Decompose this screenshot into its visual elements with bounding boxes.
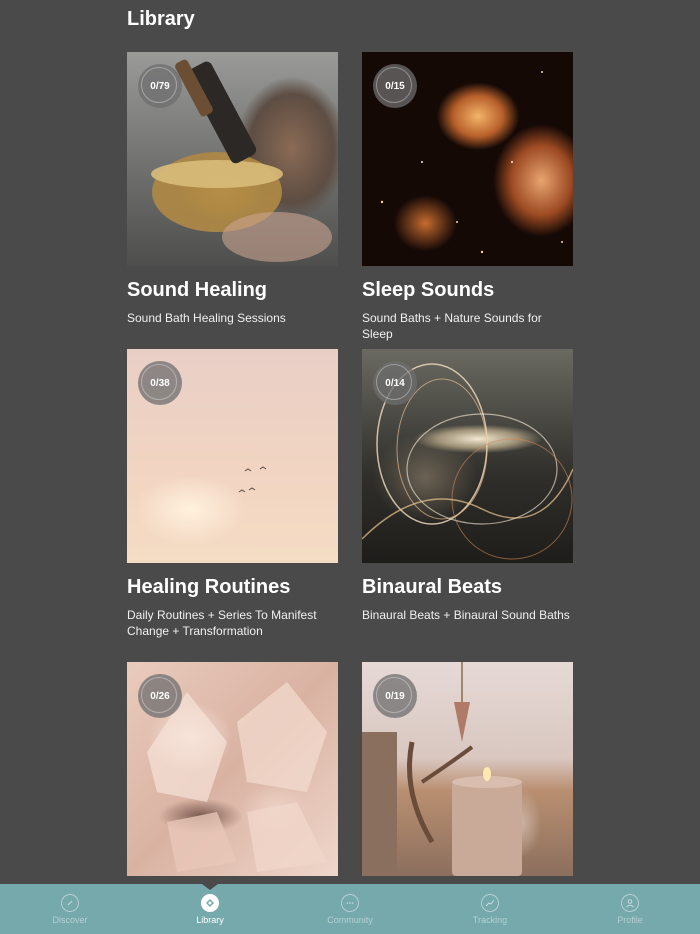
- card-subtitle: Sound Bath Healing Sessions: [127, 311, 286, 325]
- progress-badge: 0/79: [138, 64, 182, 108]
- progress-text: 0/26: [150, 690, 170, 702]
- card-thumbnail[interactable]: 0/26: [127, 662, 338, 876]
- card-title: Sleep Sounds: [362, 279, 495, 301]
- chart-icon: [481, 894, 499, 912]
- progress-text: 0/79: [150, 80, 170, 92]
- progress-badge: 0/38: [138, 361, 182, 405]
- library-card-binaural-beats[interactable]: 0/14 Binaural Beats Binaural Beats + Bin…: [362, 349, 573, 623]
- card-title: Sound Healing: [127, 279, 267, 301]
- progress-badge: 0/26: [138, 674, 182, 718]
- progress-text: 0/14: [385, 377, 405, 389]
- progress-text: 0/19: [385, 690, 405, 702]
- nav-item-profile[interactable]: Profile: [560, 884, 700, 934]
- nav-item-community[interactable]: Community: [280, 884, 420, 934]
- active-tab-indicator: [202, 884, 218, 890]
- nav-label: Profile: [617, 915, 643, 925]
- chat-icon: [341, 894, 359, 912]
- card-thumbnail[interactable]: 0/19: [362, 662, 573, 876]
- progress-badge: 0/15: [373, 64, 417, 108]
- nav-label: Discover: [52, 915, 88, 925]
- bottom-nav: Discover Library Community Tracking Prof…: [0, 884, 700, 934]
- page-title: Library: [127, 8, 195, 30]
- card-title: Healing Routines: [127, 576, 291, 598]
- nav-label: Community: [327, 915, 373, 925]
- nav-item-discover[interactable]: Discover: [0, 884, 140, 934]
- nav-label: Tracking: [472, 915, 508, 925]
- card-subtitle: Binaural Beats + Binaural Sound Baths: [362, 608, 570, 622]
- library-card-crystals[interactable]: 0/26: [127, 662, 338, 876]
- card-thumbnail[interactable]: 0/15: [362, 52, 573, 266]
- progress-text: 0/38: [150, 377, 170, 389]
- library-icon: [201, 894, 219, 912]
- nav-item-tracking[interactable]: Tracking: [420, 884, 560, 934]
- progress-text: 0/15: [385, 80, 405, 92]
- card-thumbnail[interactable]: 0/79: [127, 52, 338, 266]
- library-card-sound-healing[interactable]: 0/79 Sound Healing Sound Bath Healing Se…: [127, 52, 338, 326]
- library-card-healing-routines[interactable]: 0/38 Healing Routines Daily Routines + S…: [127, 349, 338, 639]
- profile-icon: [621, 894, 639, 912]
- card-title: Binaural Beats: [362, 576, 503, 598]
- progress-badge: 0/19: [373, 674, 417, 718]
- card-thumbnail[interactable]: 0/14: [362, 349, 573, 563]
- card-thumbnail[interactable]: 0/38: [127, 349, 338, 563]
- library-card-sleep-sounds[interactable]: 0/15 Sleep Sounds Sound Baths + Nature S…: [362, 52, 573, 342]
- compass-icon: [61, 894, 79, 912]
- card-subtitle: Daily Routines + Series To Manifest Chan…: [127, 608, 317, 638]
- card-subtitle: Sound Baths + Nature Sounds for Sleep: [362, 311, 542, 341]
- nav-item-library[interactable]: Library: [140, 884, 280, 934]
- progress-badge: 0/14: [373, 361, 417, 405]
- library-card-candles[interactable]: 0/19: [362, 662, 573, 876]
- nav-label: Library: [196, 915, 224, 925]
